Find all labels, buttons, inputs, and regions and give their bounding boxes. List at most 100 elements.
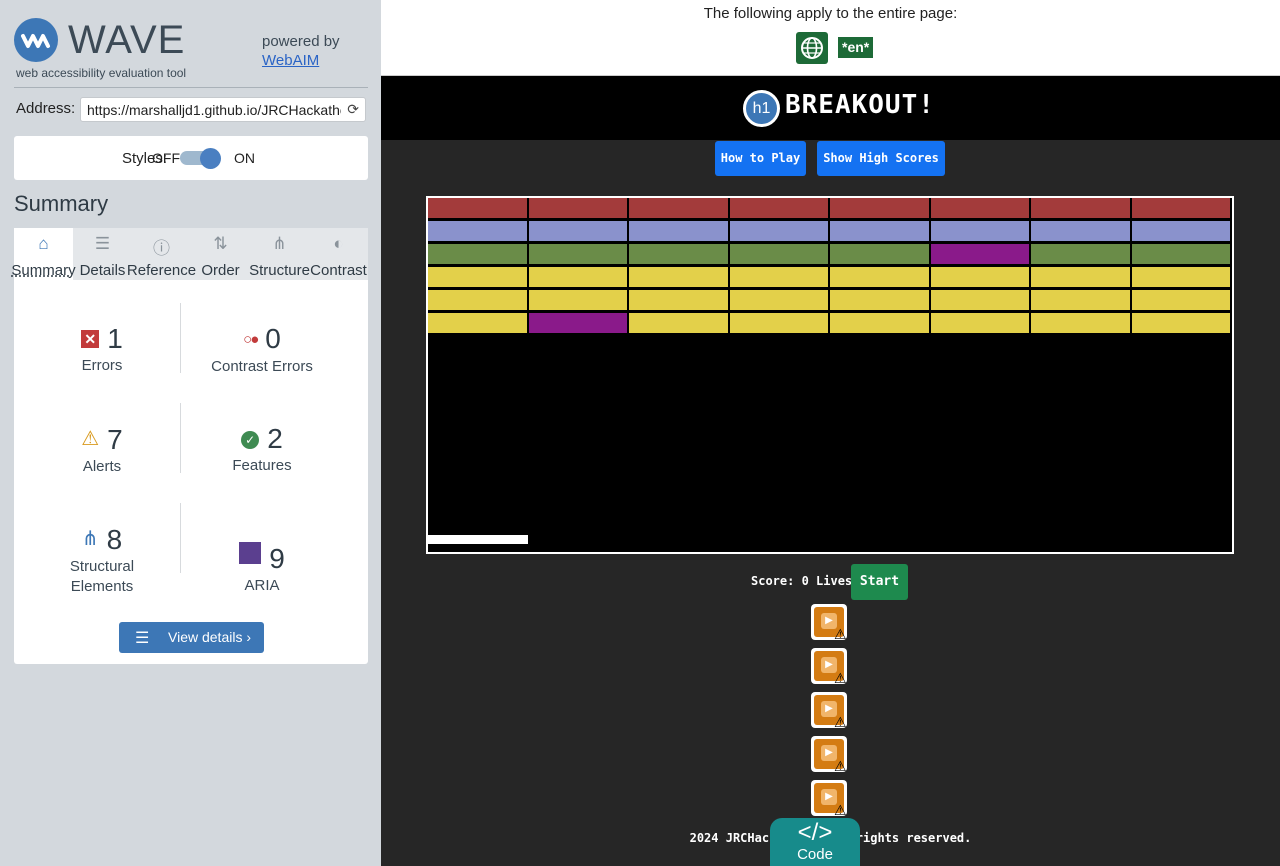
styles-off-label: OFF (152, 150, 180, 166)
media-alert-icon[interactable]: ▶ ⚠ (811, 692, 849, 730)
how-to-play-button[interactable]: How to Play (715, 141, 806, 176)
stat-errors[interactable]: ✕ 1 Errors (22, 322, 182, 376)
wave-title: WAVE (68, 18, 186, 62)
brick (1131, 244, 1230, 264)
contrast-icon: ◐ (333, 234, 344, 253)
stat-aria[interactable]: 9 ARIA (182, 542, 342, 596)
banner-text: The following apply to the entire page: (703, 5, 958, 22)
code-label: Code (797, 846, 833, 863)
structure-elements-icon: ⋔ (81, 528, 99, 550)
tab-order[interactable]: ⇅ Order (191, 228, 250, 280)
tab-contrast[interactable]: ◐ Contrast (309, 228, 368, 280)
brick (830, 221, 929, 241)
brick (528, 267, 627, 287)
contrast-count: 0 (265, 323, 281, 354)
media-alert-icon[interactable]: ▶ ⚠ (811, 604, 849, 642)
brick (830, 290, 929, 310)
brick (729, 244, 828, 264)
brick (1031, 290, 1130, 310)
brick (629, 313, 728, 333)
stat-alerts[interactable]: ⚠ 7 Alerts (22, 422, 182, 477)
tab-details[interactable]: ☰ Details (73, 228, 132, 280)
structure-icon: ⋔ (272, 234, 287, 253)
wave-logo-icon (14, 18, 58, 62)
brick (830, 198, 929, 218)
aria-count: 9 (269, 543, 285, 574)
code-tab[interactable]: </> Code (770, 818, 860, 866)
structure-label: Structural Elements (69, 558, 135, 595)
alert-icon: ⚠ (81, 428, 100, 450)
brick (729, 267, 828, 287)
h1-badge[interactable]: h1 (743, 90, 780, 127)
brick (629, 198, 728, 218)
aria-label: ARIA (244, 577, 280, 594)
page-wide-banner: The following apply to the entire page: … (381, 0, 1280, 76)
brick (1131, 290, 1230, 310)
contrast-label: Contrast Errors (211, 358, 313, 375)
game-canvas[interactable] (426, 196, 1234, 554)
styles-toggle-knob[interactable] (200, 148, 221, 169)
brick (528, 313, 627, 333)
brick (1131, 313, 1230, 333)
brick (930, 221, 1029, 241)
tab-structure[interactable]: ⋔ Structure (249, 228, 310, 280)
brick (428, 267, 527, 287)
brick (1131, 198, 1230, 218)
media-alert-icon[interactable]: ▶ ⚠ (811, 780, 849, 818)
brick (428, 313, 527, 333)
language-globe-icon[interactable] (796, 32, 828, 64)
styles-panel: Styles: OFF ON (14, 136, 368, 180)
brick (830, 313, 929, 333)
brick (1031, 244, 1130, 264)
brick (930, 290, 1029, 310)
code-icon: </> (797, 819, 833, 846)
paddle[interactable] (428, 535, 528, 544)
brick (930, 313, 1029, 333)
list-icon: ☰ (135, 630, 150, 647)
brick (1031, 313, 1130, 333)
address-input[interactable]: https://marshalljd1.github.io/JRCHackath… (80, 97, 366, 122)
address-label: Address: (16, 100, 76, 117)
structure-count: 8 (106, 524, 123, 555)
brick (729, 313, 828, 333)
brick (1131, 221, 1230, 241)
view-details-button[interactable]: ☰ View details › (119, 622, 264, 653)
tab-label: Contrast (310, 262, 367, 279)
stat-features[interactable]: ✓ 2 Features (182, 422, 342, 476)
webaim-link[interactable]: WebAIM (262, 52, 319, 69)
start-button[interactable]: Start (851, 564, 908, 600)
media-alert-icon[interactable]: ▶ ⚠ (811, 648, 849, 686)
feature-icon: ✓ (241, 431, 260, 449)
tab-summary[interactable]: ⌂ Summary (11, 228, 76, 280)
brick (1031, 221, 1130, 241)
media-alert-icon[interactable]: ▶ ⚠ (811, 736, 849, 774)
address-value[interactable]: https://marshalljd1.github.io/JRCHackath… (87, 102, 341, 118)
reload-icon[interactable]: ⟳ (347, 101, 359, 118)
contrast-error-icon: ○● (243, 331, 259, 348)
wave-sidebar: WAVE web accessibility evaluation tool p… (0, 0, 381, 866)
summary-panel: ✕ 1 Errors ○● 0 Contrast Errors ⚠ 7 Alerts … (14, 280, 368, 664)
brick (830, 244, 929, 264)
language-badge[interactable]: *en* (838, 37, 874, 58)
title-bar: h1 BREAKOUT! (381, 76, 1280, 140)
brick (428, 221, 527, 241)
show-high-scores-button[interactable]: Show High Scores (817, 141, 945, 176)
brick (1031, 267, 1130, 287)
order-icon: ⇅ (213, 234, 228, 253)
brick (729, 221, 828, 241)
brick (930, 244, 1029, 264)
errors-label: Errors (81, 357, 123, 374)
breakout-page: h1 BREAKOUT! How to Play Show High Score… (381, 76, 1280, 866)
alerts-label: Alerts (82, 458, 122, 475)
error-icon: ✕ (81, 330, 100, 348)
brick (629, 244, 728, 264)
stat-contrast-errors[interactable]: ○● 0 Contrast Errors (182, 322, 342, 377)
tab-reference[interactable]: ⓘ Reference (127, 228, 196, 280)
home-icon: ⌂ (38, 234, 49, 253)
brick (930, 267, 1029, 287)
styles-on-label: ON (234, 150, 255, 166)
page-title: BREAKOUT! (785, 90, 935, 120)
stat-structural-elements[interactable]: ⋔ 8 Structural Elements (22, 522, 182, 597)
brick (528, 244, 627, 264)
brick (1031, 198, 1130, 218)
